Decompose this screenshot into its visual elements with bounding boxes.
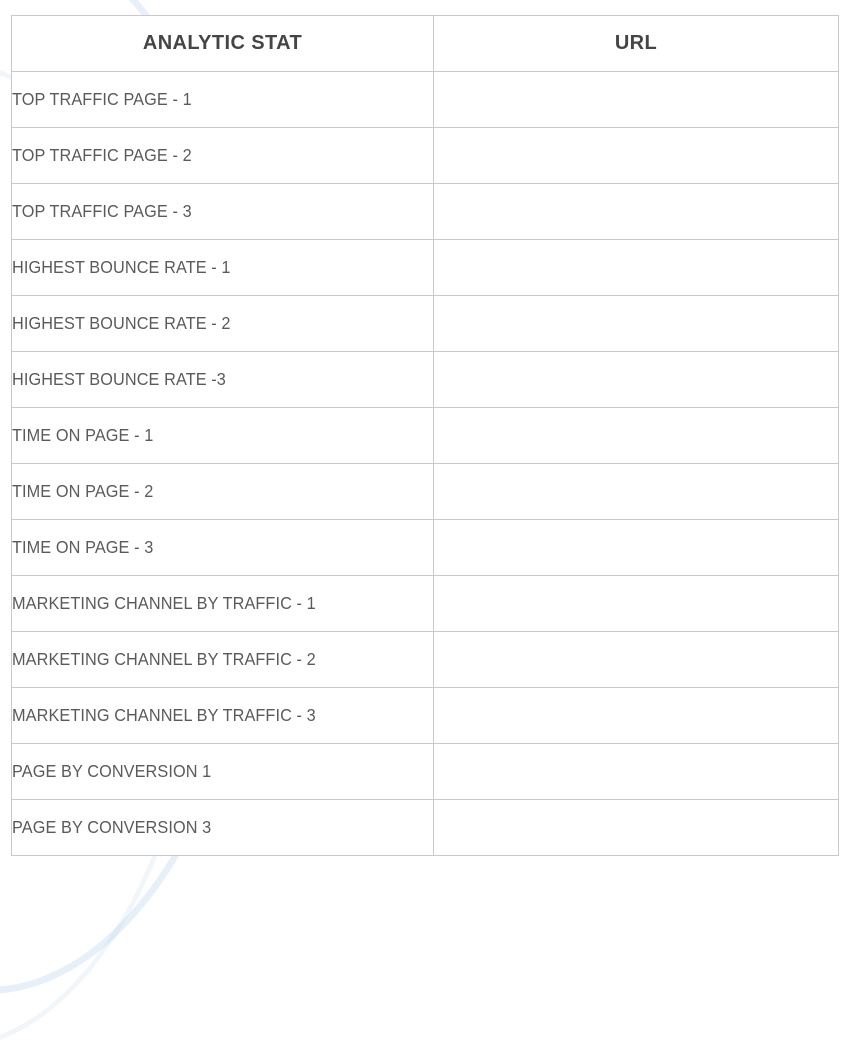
table-row: MARKETING CHANNEL BY TRAFFIC - 1 [11, 575, 839, 632]
analytic-stat-cell: TIME ON PAGE - 1 [11, 407, 434, 464]
analytic-stat-label: TIME ON PAGE - 2 [12, 481, 154, 501]
column-header-url: URL [433, 15, 839, 72]
analytic-stat-label: TOP TRAFFIC PAGE - 3 [12, 201, 192, 221]
analytic-stat-label: TIME ON PAGE - 1 [12, 425, 154, 445]
url-entry-cell[interactable] [433, 463, 839, 520]
url-entry-cell[interactable] [433, 631, 839, 688]
table-row: TIME ON PAGE - 2 [11, 463, 839, 520]
table-row: HIGHEST BOUNCE RATE - 2 [11, 295, 839, 352]
analytic-stat-label: MARKETING CHANNEL BY TRAFFIC - 1 [12, 593, 316, 613]
table-row: PAGE BY CONVERSION 3 [11, 799, 839, 856]
url-entry-cell[interactable] [433, 687, 839, 744]
analytic-stat-cell: PAGE BY CONVERSION 3 [11, 799, 434, 856]
url-entry-cell[interactable] [433, 183, 839, 240]
table-row: PAGE BY CONVERSION 1 [11, 743, 839, 800]
url-entry-cell[interactable] [433, 575, 839, 632]
analytic-stat-cell: HIGHEST BOUNCE RATE -3 [11, 351, 434, 408]
analytic-stat-cell: TOP TRAFFIC PAGE - 3 [11, 183, 434, 240]
analytic-stat-cell: TOP TRAFFIC PAGE - 2 [11, 127, 434, 184]
table-row: TOP TRAFFIC PAGE - 1 [11, 71, 839, 128]
table-row: TIME ON PAGE - 3 [11, 519, 839, 576]
url-entry-cell[interactable] [433, 71, 839, 128]
table-header: ANALYTIC STAT URL [11, 15, 839, 72]
analytic-stat-cell: TOP TRAFFIC PAGE - 1 [11, 71, 434, 128]
url-entry-cell[interactable] [433, 295, 839, 352]
analytic-stat-cell: MARKETING CHANNEL BY TRAFFIC - 1 [11, 575, 434, 632]
table-row: MARKETING CHANNEL BY TRAFFIC - 2 [11, 631, 839, 688]
table-row: MARKETING CHANNEL BY TRAFFIC - 3 [11, 687, 839, 744]
table-body: TOP TRAFFIC PAGE - 1 TOP TRAFFIC PAGE - 2… [11, 71, 839, 856]
analytic-stat-label: HIGHEST BOUNCE RATE - 1 [12, 257, 231, 277]
url-entry-cell[interactable] [433, 239, 839, 296]
analytic-stat-label: HIGHEST BOUNCE RATE - 2 [12, 313, 231, 333]
analytic-stat-label: PAGE BY CONVERSION 3 [12, 817, 212, 837]
analytic-stat-label: HIGHEST BOUNCE RATE -3 [12, 369, 226, 389]
table-row: HIGHEST BOUNCE RATE -3 [11, 351, 839, 408]
table-header-row: ANALYTIC STAT URL [11, 15, 839, 72]
analytic-stat-cell: HIGHEST BOUNCE RATE - 1 [11, 239, 434, 296]
analytic-stat-label: TOP TRAFFIC PAGE - 1 [12, 89, 192, 109]
column-header-analytic-stat: ANALYTIC STAT [11, 15, 434, 72]
url-entry-cell[interactable] [433, 743, 839, 800]
table-row: HIGHEST BOUNCE RATE - 1 [11, 239, 839, 296]
url-entry-cell[interactable] [433, 351, 839, 408]
worksheet-sheet: ANALYTIC STAT URL TOP TRAFFIC PAGE - 1 TO… [0, 0, 852, 880]
analytic-stat-cell: MARKETING CHANNEL BY TRAFFIC - 3 [11, 687, 434, 744]
url-entry-cell[interactable] [433, 519, 839, 576]
analytic-stat-label: TIME ON PAGE - 3 [12, 537, 154, 557]
analytic-stat-cell: TIME ON PAGE - 3 [11, 519, 434, 576]
analytic-stat-label: MARKETING CHANNEL BY TRAFFIC - 3 [12, 705, 316, 725]
table-row: TIME ON PAGE - 1 [11, 407, 839, 464]
analytic-stat-label: MARKETING CHANNEL BY TRAFFIC - 2 [12, 649, 316, 669]
url-entry-cell[interactable] [433, 127, 839, 184]
table-row: TOP TRAFFIC PAGE - 2 [11, 127, 839, 184]
analytic-stat-label: PAGE BY CONVERSION 1 [12, 761, 212, 781]
analytic-stat-label: TOP TRAFFIC PAGE - 2 [12, 145, 192, 165]
analytic-stat-cell: HIGHEST BOUNCE RATE - 2 [11, 295, 434, 352]
analytic-stat-cell: MARKETING CHANNEL BY TRAFFIC - 2 [11, 631, 434, 688]
analytic-stat-cell: PAGE BY CONVERSION 1 [11, 743, 434, 800]
table-row: TOP TRAFFIC PAGE - 3 [11, 183, 839, 240]
analytic-stat-table: ANALYTIC STAT URL TOP TRAFFIC PAGE - 1 TO… [11, 15, 839, 856]
analytic-stat-cell: TIME ON PAGE - 2 [11, 463, 434, 520]
url-entry-cell[interactable] [433, 407, 839, 464]
url-entry-cell[interactable] [433, 799, 839, 856]
